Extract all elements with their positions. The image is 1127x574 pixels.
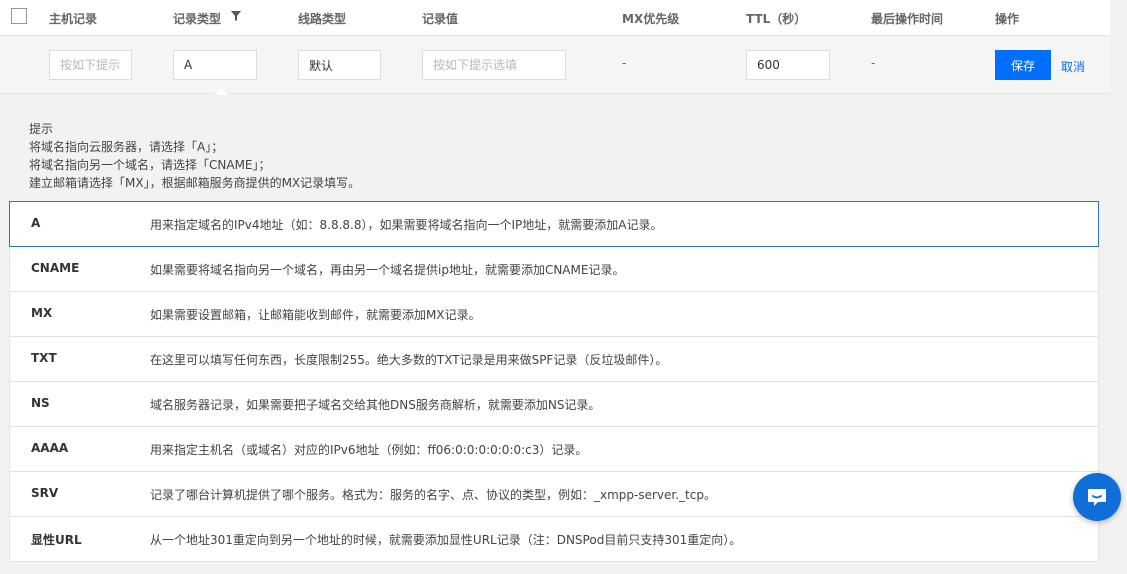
line-input[interactable] (298, 50, 381, 80)
type-option-a[interactable]: A 用来指定域名的IPv4地址（如：8.8.8.8），如果需要将域名指向一个IP… (9, 201, 1099, 247)
col-action-header: 操作 (995, 12, 1020, 26)
col-line-header: 线路类型 (298, 12, 347, 26)
type-name: CNAME (31, 261, 80, 275)
filter-icon[interactable] (231, 10, 242, 24)
col-mx-header: MX优先级 (622, 12, 680, 26)
type-desc: 域名服务器记录，如果需要把子域名交给其他DNS服务商解析，就需要添加NS记录。 (150, 398, 601, 412)
table-header: 主机记录 记录类型 线路类型 记录值 MX优先级 TTL（秒） 最后操作时间 操… (0, 0, 1110, 36)
chat-icon (1088, 489, 1106, 506)
save-button[interactable]: 保存 (995, 50, 1051, 80)
tips-title: 提示 (29, 122, 54, 136)
type-option-ns[interactable]: NS 域名服务器记录，如果需要把子域名交给其他DNS服务商解析，就需要添加NS记… (9, 382, 1099, 427)
type-name: MX (31, 306, 53, 320)
type-name: A (31, 216, 41, 230)
type-option-srv[interactable]: SRV 记录了哪台计算机提供了哪个服务。格式为：服务的名字、点、协议的类型，例如… (9, 472, 1099, 517)
value-input[interactable] (422, 50, 566, 80)
type-option-explicit-url[interactable]: 显性URL 从一个地址301重定向到另一个地址的时候，就需要添加显性URL记录（… (9, 517, 1099, 562)
col-time-header: 最后操作时间 (871, 12, 944, 26)
type-desc: 如果需要将域名指向另一个域名，再由另一个域名提供ip地址，就需要添加CNAME记… (150, 263, 625, 277)
col-type-label: 记录类型 (173, 12, 222, 26)
type-option-mx[interactable]: MX 如果需要设置邮箱，让邮箱能收到邮件，就需要添加MX记录。 (9, 292, 1099, 337)
type-option-txt[interactable]: TXT 在这里可以填写任何东西，长度限制255。绝大多数的TXT记录是用来做SP… (9, 337, 1099, 382)
type-desc: 如果需要设置邮箱，让邮箱能收到邮件，就需要添加MX记录。 (150, 308, 481, 322)
type-name: AAAA (31, 441, 69, 455)
select-all-checkbox[interactable] (11, 8, 27, 24)
type-option-aaaa[interactable]: AAAA 用来指定主机名（或域名）对应的IPv6地址（例如：ff06:0:0:0… (9, 427, 1099, 472)
col-ttl-header: TTL（秒） (746, 12, 807, 26)
type-name: TXT (31, 351, 57, 365)
type-desc: 用来指定域名的IPv4地址（如：8.8.8.8），如果需要将域名指向一个IP地址… (150, 218, 663, 232)
type-name: SRV (31, 486, 59, 500)
cancel-link[interactable]: 取消 (1061, 58, 1085, 75)
col-value-header: 记录值 (422, 12, 459, 26)
type-name: NS (31, 396, 50, 410)
col-type-header[interactable]: 记录类型 (173, 10, 242, 27)
type-desc: 在这里可以填写任何东西，长度限制255。绝大多数的TXT记录是用来做SPF记录（… (150, 353, 668, 367)
record-type-list: A 用来指定域名的IPv4地址（如：8.8.8.8），如果需要将域名指向一个IP… (9, 201, 1099, 562)
tip-line: 将域名指向另一个域名，请选择「CNAME」； (29, 158, 271, 172)
dropdown-caret (214, 88, 228, 95)
host-input[interactable] (49, 50, 132, 80)
tips-block: 提示 将域名指向云服务器，请选择「A」； 将域名指向另一个域名，请选择「CNAM… (29, 120, 360, 192)
time-value: - (871, 56, 876, 70)
tip-line: 将域名指向云服务器，请选择「A」； (29, 140, 224, 154)
type-input[interactable] (173, 50, 257, 80)
type-name: 显性URL (31, 533, 82, 547)
type-option-cname[interactable]: CNAME 如果需要将域名指向另一个域名，再由另一个域名提供ip地址，就需要添加… (9, 247, 1099, 292)
tip-line: 建立邮箱请选择「MX」，根据邮箱服务商提供的MX记录填写。 (29, 176, 361, 190)
record-edit-row: - - 保存 取消 (0, 36, 1110, 94)
col-host-header: 主机记录 (49, 12, 98, 26)
type-desc: 记录了哪台计算机提供了哪个服务。格式为：服务的名字、点、协议的类型，例如：_xm… (150, 488, 716, 502)
ttl-input[interactable] (746, 50, 830, 80)
type-desc: 用来指定主机名（或域名）对应的IPv6地址（例如：ff06:0:0:0:0:0:… (150, 443, 588, 457)
chat-button[interactable] (1073, 473, 1121, 521)
type-desc: 从一个地址301重定向到另一个地址的时候，就需要添加显性URL记录（注：DNSP… (150, 533, 742, 547)
mx-value: - (622, 56, 627, 70)
